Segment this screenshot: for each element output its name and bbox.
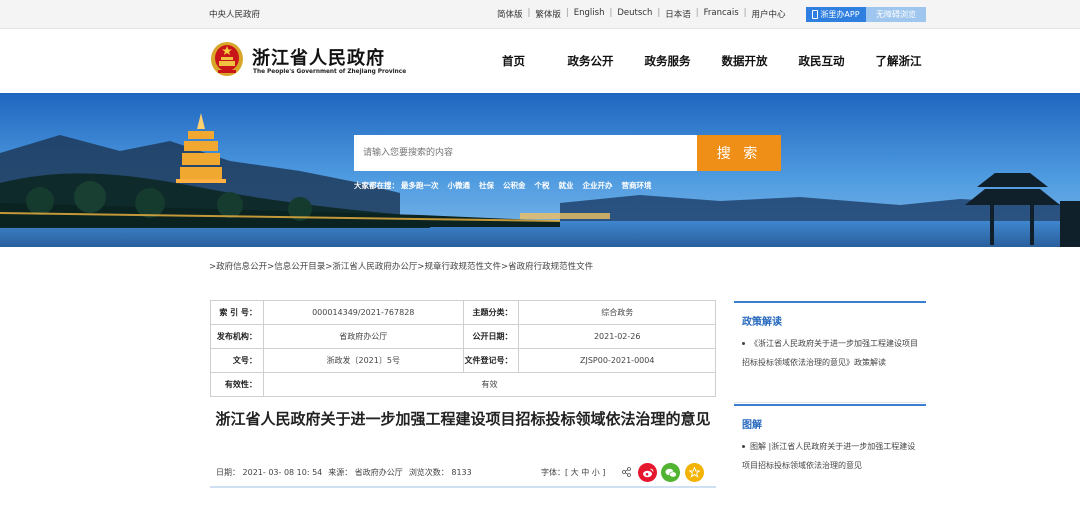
document-source: 来源： 省政府办公厅 bbox=[328, 468, 403, 477]
lang-english[interactable]: English bbox=[574, 8, 605, 20]
language-switcher: 简体版 | 繁体版 | English | Deutsch | 日本语 | Francai… bbox=[497, 8, 786, 20]
docno-label: 文号： bbox=[210, 348, 264, 373]
nav-open-data[interactable]: 数据开放 bbox=[706, 53, 783, 69]
bullet-icon bbox=[742, 342, 745, 345]
lang-japanese[interactable]: 日本语 bbox=[665, 8, 691, 20]
hot-search-item[interactable]: 小微通 bbox=[448, 180, 471, 191]
star-glyph-icon bbox=[689, 467, 700, 478]
document-info-table: 索 引 号： 000014349/2021-767828 主题分类： 综合政务 … bbox=[210, 300, 717, 397]
regno-label: 文件登记号： bbox=[462, 348, 520, 373]
favorite-star-icon[interactable] bbox=[685, 463, 704, 482]
hot-search-item[interactable]: 社保 bbox=[479, 180, 494, 191]
table-row: 文号： 浙政发〔2021〕5号 文件登记号： ZJSP00-2021-0004 bbox=[210, 348, 716, 373]
hot-search-item[interactable]: 最多跑一次 bbox=[401, 180, 439, 191]
hot-search-item[interactable]: 企业开办 bbox=[583, 180, 613, 191]
document-views: 浏览次数： 8133 bbox=[408, 468, 472, 477]
bullet-icon bbox=[742, 445, 745, 448]
site-subtitle: The People's Government of Zhejiang Prov… bbox=[253, 69, 407, 75]
font-size-switcher[interactable]: 字体：[ 大 中 小 ] bbox=[541, 467, 605, 478]
topic-label: 主题分类： bbox=[462, 300, 520, 325]
index-label: 索 引 号： bbox=[210, 300, 264, 325]
table-row: 索 引 号： 000014349/2021-767828 主题分类： 综合政务 bbox=[210, 300, 716, 325]
docno-value: 浙政发〔2021〕5号 bbox=[262, 348, 464, 373]
search-button[interactable]: 搜 索 bbox=[697, 135, 781, 171]
graphic-interpretation-heading[interactable]: 图解 bbox=[734, 406, 926, 431]
lang-french[interactable]: Francais bbox=[704, 8, 739, 20]
nav-home[interactable]: 首页 bbox=[475, 53, 552, 69]
topic-value: 综合政务 bbox=[518, 300, 716, 325]
pubdate-label: 公开日期： bbox=[462, 324, 520, 349]
document-meta: 日期： 2021- 03- 08 10: 54 来源： 省政府办公厅 浏览次数：… bbox=[216, 467, 478, 478]
breadcrumb-item[interactable]: >政府信息公开 bbox=[209, 260, 267, 272]
lang-deutsch[interactable]: Deutsch bbox=[617, 8, 652, 20]
wechat-share-icon[interactable] bbox=[661, 463, 680, 482]
lang-traditional[interactable]: 繁体版 bbox=[535, 8, 561, 20]
phone-icon bbox=[812, 10, 819, 19]
accessibility-button-label: 无障碍浏览 bbox=[876, 10, 916, 19]
share-icon[interactable] bbox=[622, 467, 631, 477]
policy-interpretation-link[interactable]: 《浙江省人民政府关于进一步加强工程建设项目招标投标领域依法治理的意见》政策解读 bbox=[742, 339, 918, 367]
graphic-interpretation-link[interactable]: 图解 |浙江省人民政府关于进一步加强工程建设项目招标投标领域依法治理的意见 bbox=[742, 442, 915, 470]
table-row: 有效性： 有效 bbox=[210, 372, 717, 397]
app-button-label: 浙里办APP bbox=[820, 10, 860, 19]
meta-divider bbox=[210, 486, 716, 488]
table-row: 发布机构： 省政府办公厅 公开日期： 2021-02-26 bbox=[210, 324, 716, 349]
national-emblem-icon[interactable] bbox=[210, 41, 244, 77]
graphic-interpretation-item[interactable]: 图解 |浙江省人民政府关于进一步加强工程建设项目招标投标领域依法治理的意见 bbox=[734, 431, 926, 475]
weibo-glyph-icon bbox=[642, 468, 653, 477]
document-date: 日期： 2021- 03- 08 10: 54 bbox=[216, 468, 323, 477]
graphic-interpretation-panel: 图解 图解 |浙江省人民政府关于进一步加强工程建设项目招标投标领域依法治理的意见 bbox=[734, 404, 926, 475]
validity-label: 有效性： bbox=[210, 372, 264, 397]
validity-value: 有效 bbox=[262, 372, 717, 397]
breadcrumb-item[interactable]: >浙江省人民政府办公厅 bbox=[325, 260, 417, 272]
document-title: 浙江省人民政府关于进一步加强工程建设项目招标投标领域依法治理的意见 bbox=[215, 410, 711, 428]
breadcrumb: >政府信息公开 >信息公开目录 >浙江省人民政府办公厅 >规章行政规范性文件 >… bbox=[209, 260, 593, 272]
accessibility-button[interactable]: 无障碍浏览 bbox=[866, 7, 926, 22]
breadcrumb-item[interactable]: >规章行政规范性文件 bbox=[417, 260, 501, 272]
breadcrumb-item[interactable]: >信息公开目录 bbox=[267, 260, 325, 272]
policy-interpretation-item[interactable]: 《浙江省人民政府关于进一步加强工程建设项目招标投标领域依法治理的意见》政策解读 bbox=[734, 328, 926, 372]
policy-interpretation-panel: 政策解读 《浙江省人民政府关于进一步加强工程建设项目招标投标领域依法治理的意见》… bbox=[734, 301, 926, 403]
main-nav: 首页 政务公开 政务服务 数据开放 政民互动 了解浙江 bbox=[475, 53, 937, 69]
hot-searches: 大家都在搜： 最多跑一次 小微通 社保 公积金 个税 就业 企业开办 营商环境 bbox=[354, 180, 661, 191]
wechat-glyph-icon bbox=[665, 468, 677, 478]
pubdate-value: 2021-02-26 bbox=[518, 324, 716, 349]
hot-search-item[interactable]: 公积金 bbox=[503, 180, 526, 191]
nav-gov-services[interactable]: 政务服务 bbox=[629, 53, 706, 69]
breadcrumb-item[interactable]: >省政府行政规范性文件 bbox=[501, 260, 593, 272]
regno-value: ZJSP00-2021-0004 bbox=[518, 348, 716, 373]
search-input[interactable] bbox=[354, 135, 697, 171]
site-title[interactable]: 浙江省人民政府 bbox=[252, 44, 385, 70]
zheliban-app-button[interactable]: 浙里办APP bbox=[806, 7, 866, 22]
policy-interpretation-heading[interactable]: 政策解读 bbox=[734, 303, 926, 328]
central-government-link[interactable]: 中央人民政府 bbox=[209, 8, 260, 20]
site-header: 浙江省人民政府 The People's Government of Zheji… bbox=[0, 29, 1080, 93]
nav-interaction[interactable]: 政民互动 bbox=[783, 53, 860, 69]
hot-search-item[interactable]: 就业 bbox=[559, 180, 574, 191]
hot-search-item[interactable]: 营商环境 bbox=[622, 180, 652, 191]
hot-search-item[interactable]: 个税 bbox=[535, 180, 550, 191]
nav-about-zhejiang[interactable]: 了解浙江 bbox=[860, 53, 937, 69]
issuer-value: 省政府办公厅 bbox=[262, 324, 464, 349]
index-value: 000014349/2021-767828 bbox=[262, 300, 464, 325]
hot-searches-label: 大家都在搜： bbox=[354, 181, 399, 190]
lang-simplified[interactable]: 简体版 bbox=[497, 8, 523, 20]
banner: 搜 索 大家都在搜： 最多跑一次 小微通 社保 公积金 个税 就业 企业开办 营… bbox=[0, 93, 1080, 247]
top-bar: 中央人民政府 简体版 | 繁体版 | English | Deutsch | 日本语 | … bbox=[0, 0, 1080, 29]
nav-gov-affairs-open[interactable]: 政务公开 bbox=[552, 53, 629, 69]
weibo-share-icon[interactable] bbox=[638, 463, 657, 482]
issuer-label: 发布机构： bbox=[210, 324, 264, 349]
user-center-link[interactable]: 用户中心 bbox=[752, 8, 786, 20]
